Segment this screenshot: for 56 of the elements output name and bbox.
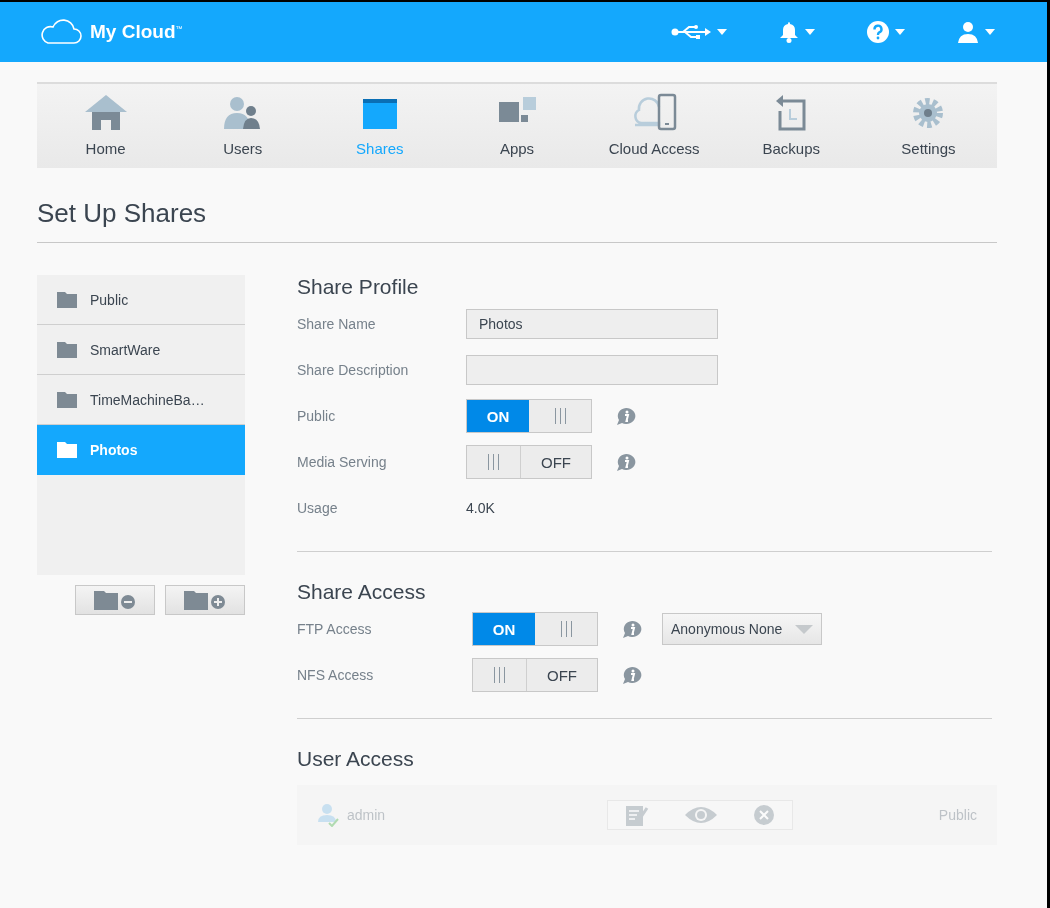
caret-icon bbox=[795, 624, 813, 634]
field-label: FTP Access bbox=[297, 621, 373, 637]
text-field[interactable]: Photos bbox=[466, 309, 718, 339]
field-label: NFS Access bbox=[297, 667, 375, 683]
usb-icon bbox=[671, 24, 711, 40]
folder-icon bbox=[57, 341, 77, 358]
nav-tab[interactable]: Settings bbox=[859, 84, 997, 168]
share-list-item[interactable]: Public bbox=[37, 275, 245, 325]
cloud-icon bbox=[38, 19, 82, 45]
user-menu-button[interactable] bbox=[955, 19, 997, 45]
field-label: Share Name bbox=[297, 316, 377, 332]
usage-value: 4.0K bbox=[466, 500, 495, 516]
folder-icon bbox=[57, 291, 77, 308]
field-label: Share Description bbox=[297, 362, 410, 378]
access-level: Public bbox=[938, 807, 977, 823]
toggle-switch[interactable]: OFF bbox=[466, 445, 592, 479]
section-title: Share Profile bbox=[297, 275, 420, 299]
section-title: Share Access bbox=[297, 580, 427, 604]
info-icon[interactable] bbox=[622, 665, 642, 685]
user-check-icon bbox=[317, 803, 339, 827]
folder-plus-icon bbox=[184, 590, 226, 610]
nav-tab[interactable]: Users bbox=[174, 84, 312, 168]
caret-icon bbox=[895, 29, 905, 35]
caret-icon bbox=[717, 29, 727, 35]
add-share-button[interactable] bbox=[165, 585, 245, 615]
share-list-item[interactable]: SmartWare bbox=[37, 325, 245, 375]
info-icon[interactable] bbox=[616, 406, 636, 426]
field-label: Public bbox=[297, 408, 337, 424]
ftp-access-dropdown[interactable]: Anonymous None bbox=[662, 613, 822, 645]
folder-icon bbox=[57, 391, 77, 408]
text-field[interactable] bbox=[466, 355, 718, 385]
nav-tab[interactable]: Backups bbox=[722, 84, 860, 168]
help-button[interactable] bbox=[865, 19, 907, 45]
remove-share-button[interactable] bbox=[75, 585, 155, 615]
nav-tab[interactable]: Home bbox=[37, 84, 175, 168]
info-icon[interactable] bbox=[622, 619, 642, 639]
info-icon[interactable] bbox=[616, 452, 636, 472]
page-title: Set Up Shares bbox=[37, 168, 997, 243]
caret-icon bbox=[985, 29, 995, 35]
field-label: Usage bbox=[297, 500, 339, 516]
folder-minus-icon bbox=[94, 590, 136, 610]
help-icon bbox=[867, 21, 889, 43]
caret-icon bbox=[805, 29, 815, 35]
user-icon bbox=[957, 21, 979, 43]
toggle-switch[interactable]: ON bbox=[472, 612, 598, 646]
toggle-switch[interactable]: ON bbox=[466, 399, 592, 433]
folder-icon bbox=[57, 441, 77, 458]
bell-icon bbox=[779, 21, 799, 43]
toggle-switch[interactable]: OFF bbox=[472, 658, 598, 692]
nav-tab[interactable]: Apps bbox=[448, 84, 586, 168]
field-label: Media Serving bbox=[297, 454, 388, 470]
section-title: User Access bbox=[297, 747, 415, 771]
logo-text: My Cloud$^{™}$ bbox=[90, 21, 183, 43]
user-name: admin bbox=[347, 807, 387, 823]
usb-menu-button[interactable] bbox=[669, 22, 729, 42]
nav-tab[interactable]: Cloud Access bbox=[585, 84, 723, 168]
